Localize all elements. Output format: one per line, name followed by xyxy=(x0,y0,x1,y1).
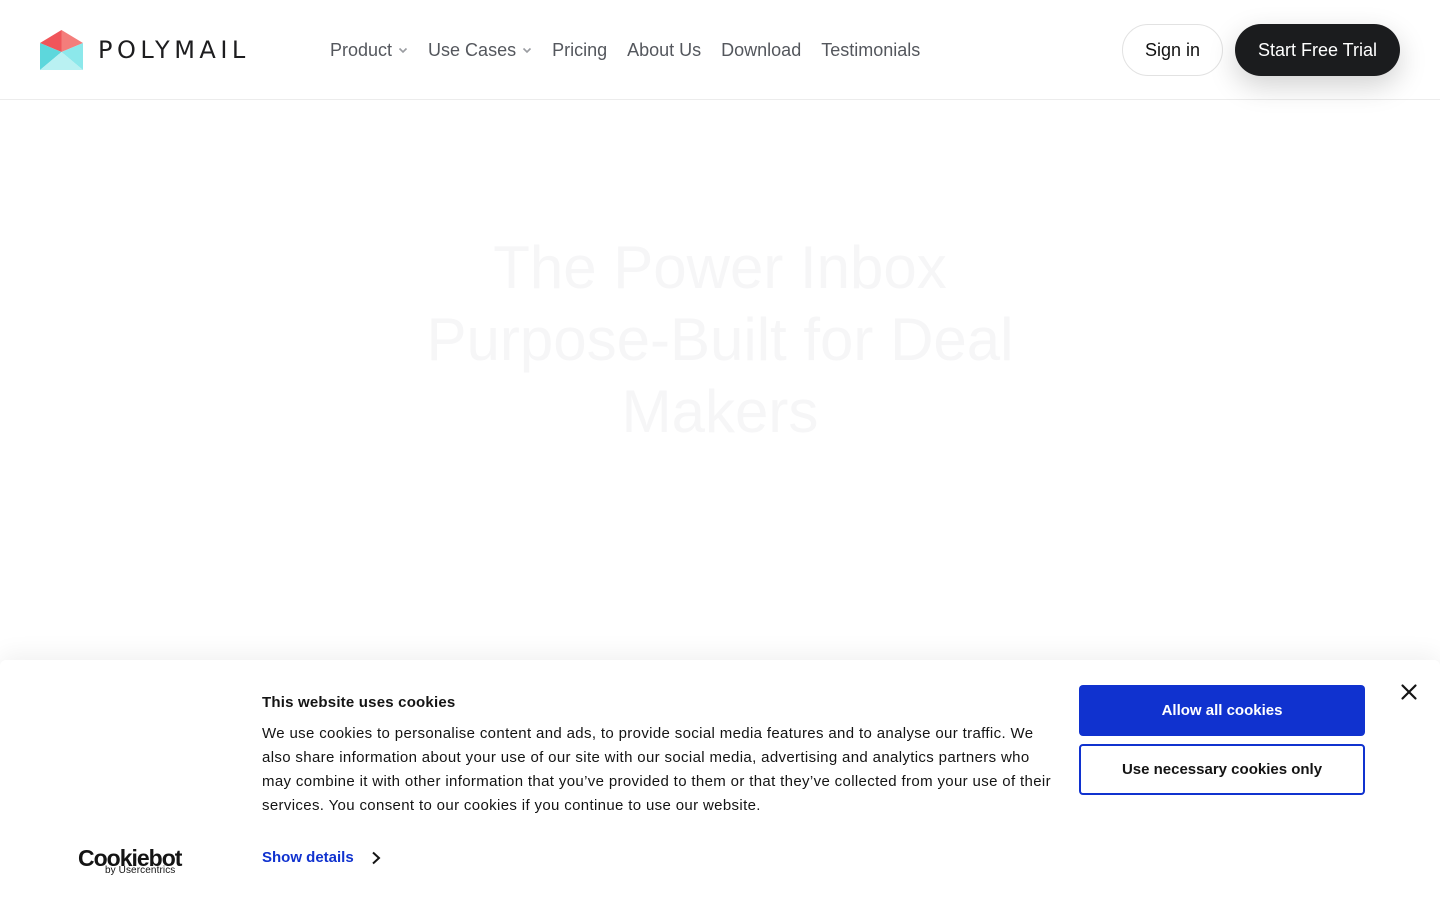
nav-item-label: About Us xyxy=(627,39,702,60)
cookie-banner: Cookiebot by Usercentrics This website u… xyxy=(0,660,1440,900)
nav-item-pricing[interactable]: Pricing xyxy=(552,38,607,62)
necessary-cookies-only-button[interactable]: Use necessary cookies only xyxy=(1079,744,1365,795)
nav-item-label: Testimonials xyxy=(821,39,921,60)
show-details-link[interactable]: Show details xyxy=(262,849,382,866)
chevron-down-icon xyxy=(523,47,532,54)
nav-item-about-us[interactable]: About Us xyxy=(627,38,701,62)
nav-item-testimonials[interactable]: Testimonials xyxy=(821,38,920,62)
brand-name: POLYMAIL xyxy=(98,36,250,64)
cookiebot-by-text: by Usercentrics xyxy=(105,865,176,876)
close-icon[interactable] xyxy=(1399,682,1419,702)
polymail-logo-icon xyxy=(40,30,83,70)
cookie-banner-title: This website uses cookies xyxy=(262,694,456,711)
sign-in-button[interactable]: Sign in xyxy=(1122,24,1223,76)
main-nav: Product Use Cases Pricing About Us Downl… xyxy=(330,38,940,62)
nav-item-download[interactable]: Download xyxy=(721,38,801,62)
cookiebot-logo: Cookiebot by Usercentrics xyxy=(78,845,188,879)
nav-item-label: Pricing xyxy=(552,39,608,60)
chevron-right-icon xyxy=(372,851,381,864)
allow-all-cookies-button[interactable]: Allow all cookies xyxy=(1079,685,1365,736)
nav-item-product[interactable]: Product xyxy=(330,38,408,62)
cookie-banner-body: We use cookies to personalise content an… xyxy=(262,725,1051,814)
hero-title: The Power Inbox Purpose-Built for Deal M… xyxy=(426,234,1014,445)
polymail-logo[interactable]: POLYMAIL xyxy=(40,30,250,70)
site-header: POLYMAIL Product Use Cases Pricing About… xyxy=(0,0,1440,100)
nav-item-label: Use Cases xyxy=(428,39,517,60)
nav-item-label: Download xyxy=(721,39,802,60)
start-free-trial-button[interactable]: Start Free Trial xyxy=(1235,24,1400,76)
nav-item-label: Product xyxy=(330,39,393,60)
chevron-down-icon xyxy=(398,47,408,54)
nav-item-use-cases[interactable]: Use Cases xyxy=(428,38,532,62)
show-details-label: Show details xyxy=(262,849,354,866)
